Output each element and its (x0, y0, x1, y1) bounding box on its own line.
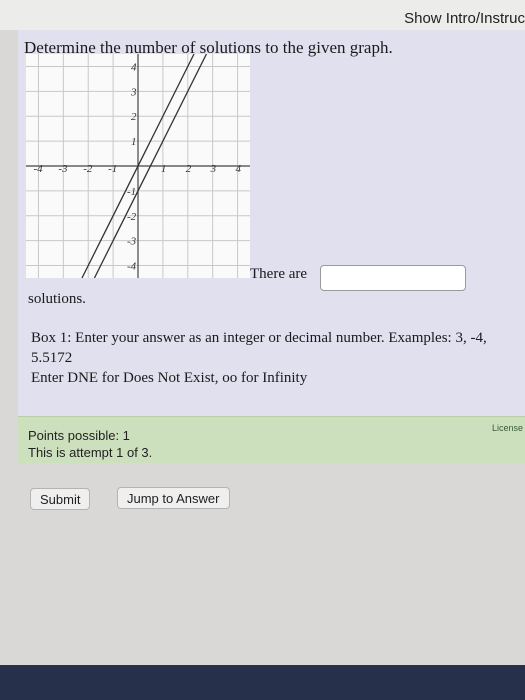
x-tick-label: 2 (186, 163, 192, 175)
y-tick-label: -2 (127, 211, 137, 223)
y-tick-label: 1 (131, 136, 137, 148)
top-bar: Show Intro/Instruc (0, 0, 525, 30)
jump-to-answer-button[interactable]: Jump to Answer (117, 487, 230, 509)
points-possible: Points possible: 1 (28, 428, 130, 443)
question-panel: Determine the number of solutions to the… (18, 30, 525, 416)
show-intro-link[interactable]: Show Intro/Instruc (404, 10, 525, 27)
graph: -4 -3 -2 -1 1 2 3 44321-1-2-3-4 (26, 54, 250, 278)
x-tick-label: -4 (33, 163, 43, 175)
x-tick-label: -3 (58, 163, 68, 175)
help-line-2: Enter DNE for Does Not Exist, oo for Inf… (31, 370, 308, 386)
x-tick-label: 4 (236, 163, 242, 175)
bottom-bar (0, 665, 525, 700)
score-panel: Points possible: 1 This is attempt 1 of … (18, 416, 525, 463)
attempt-count: This is attempt 1 of 3. (28, 445, 153, 460)
x-tick-label: 1 (161, 163, 167, 175)
x-tick-label: -1 (108, 163, 117, 175)
x-tick-label: -2 (83, 163, 93, 175)
y-tick-label: 4 (131, 61, 137, 73)
answer-help: Box 1: Enter your answer as an integer o… (31, 328, 521, 388)
solutions-label: solutions. (28, 291, 86, 307)
license-link[interactable]: License (492, 423, 523, 433)
there-are-label: There are (250, 266, 308, 282)
answer-input[interactable] (320, 265, 466, 291)
submit-button[interactable]: Submit (30, 488, 91, 510)
y-tick-label: 2 (131, 111, 137, 123)
x-tick-label: 3 (210, 163, 217, 175)
help-line-1: Box 1: Enter your answer as an integer o… (31, 330, 487, 366)
y-tick-label: -4 (127, 261, 137, 273)
y-tick-label: 3 (130, 86, 137, 98)
y-tick-label: -3 (127, 236, 137, 248)
